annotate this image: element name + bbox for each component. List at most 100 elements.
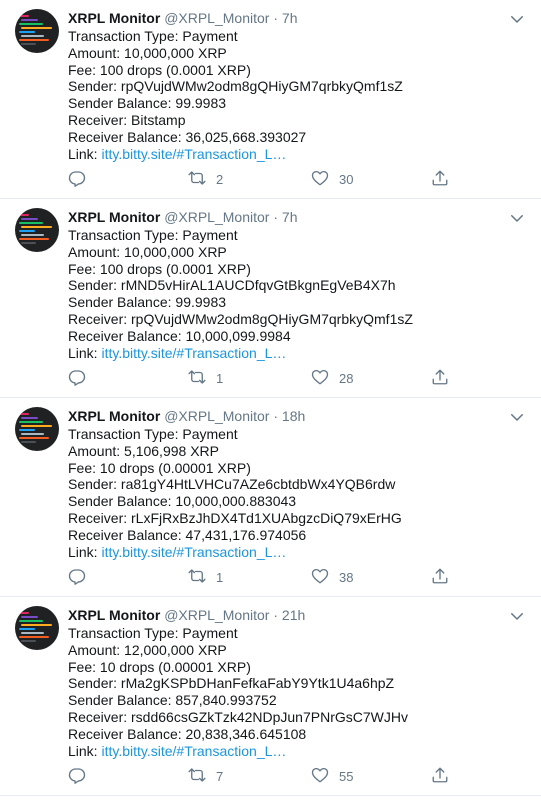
timestamp[interactable]: 21h bbox=[282, 607, 305, 623]
share-icon bbox=[431, 567, 449, 588]
avatar[interactable] bbox=[15, 606, 59, 650]
retweet-button[interactable]: 7 bbox=[188, 764, 223, 788]
reply-button[interactable] bbox=[68, 167, 86, 191]
share-button[interactable] bbox=[431, 565, 449, 589]
tweet-link[interactable]: itty.bitty.site/#Transaction_L… bbox=[101, 544, 286, 560]
retweet-count: 2 bbox=[216, 171, 224, 187]
tweet-link-line: Link: itty.bitty.site/#Transaction_L… bbox=[68, 544, 521, 561]
heart-icon bbox=[311, 368, 329, 389]
avatar[interactable] bbox=[15, 9, 59, 53]
retweet-icon bbox=[188, 169, 206, 190]
retweet-button[interactable]: 2 bbox=[188, 167, 223, 191]
reply-button[interactable] bbox=[68, 764, 86, 788]
timestamp[interactable]: 18h bbox=[282, 408, 305, 424]
user-handle[interactable]: @XRPL_Monitor bbox=[164, 607, 269, 623]
reply-button[interactable] bbox=[68, 565, 86, 589]
tweet-line: Sender: rpQVujdWMw2odm8gQHiyGM7qrbkyQmf1… bbox=[68, 78, 403, 95]
avatar-graphic-bar bbox=[21, 632, 44, 634]
tweet-link[interactable]: itty.bitty.site/#Transaction_L… bbox=[101, 743, 286, 759]
user-handle[interactable]: @XRPL_Monitor bbox=[164, 408, 269, 424]
tweet[interactable]: XRPL Monitor @XRPL_Monitor · 7h Transact… bbox=[0, 0, 541, 199]
tweet-line: Receiver: rsdd66csGZkTzk42NDpJun7PNrGsC7… bbox=[68, 708, 408, 725]
tweet-lines: Transaction Type: Payment Amount: 12,000,… bbox=[68, 625, 521, 743]
share-icon bbox=[431, 766, 449, 787]
display-name[interactable]: XRPL Monitor bbox=[68, 10, 160, 26]
share-button[interactable] bbox=[431, 366, 449, 390]
tweet-link[interactable]: itty.bitty.site/#Transaction_L… bbox=[101, 345, 286, 361]
like-button[interactable]: 55 bbox=[311, 764, 353, 788]
separator-dot: · bbox=[273, 209, 279, 225]
avatar[interactable] bbox=[15, 208, 59, 252]
heart-icon bbox=[311, 766, 329, 787]
tweet[interactable]: XRPL Monitor @XRPL_Monitor · 18h Transac… bbox=[0, 398, 541, 597]
chevron-down-icon[interactable] bbox=[508, 408, 526, 426]
avatar-graphic-bar bbox=[19, 23, 43, 25]
avatar-graphic-bar bbox=[19, 628, 35, 630]
tweet-text: Transaction Type: Payment Amount: 5,106,9… bbox=[68, 426, 521, 560]
like-button[interactable]: 30 bbox=[311, 167, 353, 191]
timestamp[interactable]: 7h bbox=[282, 10, 298, 26]
avatar-graphic-bar bbox=[19, 612, 29, 614]
tweet-line: Fee: 10 drops (0.00001 XRP) bbox=[68, 658, 251, 675]
tweet-line: Sender Balance: 10,000,000.883043 bbox=[68, 493, 297, 510]
tweet-line: Receiver: Bitstamp bbox=[68, 111, 186, 128]
tweet-line: Receiver Balance: 47,431,176.974056 bbox=[68, 526, 307, 543]
avatar-graphic-bar bbox=[19, 39, 49, 41]
avatar-graphic-bar bbox=[19, 437, 49, 439]
tweet-line: Amount: 10,000,000 XRP bbox=[68, 44, 227, 61]
avatar-graphic-bar bbox=[19, 636, 49, 638]
retweet-count: 7 bbox=[216, 768, 224, 784]
avatar[interactable] bbox=[15, 407, 59, 451]
retweet-icon bbox=[188, 567, 206, 588]
heart-icon bbox=[311, 169, 329, 190]
avatar-graphic-bar bbox=[21, 417, 38, 419]
user-handle[interactable]: @XRPL_Monitor bbox=[164, 10, 269, 26]
tweet-line: Sender: rMND5vHirAL1AUCDfqvGtBkgnEgVeB4X… bbox=[68, 277, 396, 294]
tweet-text: Transaction Type: Payment Amount: 10,000,… bbox=[68, 227, 521, 361]
avatar-graphic-bar bbox=[21, 616, 38, 618]
link-prefix: Link: bbox=[68, 742, 102, 759]
tweet-line: Receiver Balance: 10,000,099.9984 bbox=[68, 327, 291, 344]
tweet-actions: 1 38 bbox=[68, 565, 458, 589]
tweet-link-line: Link: itty.bitty.site/#Transaction_L… bbox=[68, 146, 521, 163]
display-name[interactable]: XRPL Monitor bbox=[68, 408, 160, 424]
display-name[interactable]: XRPL Monitor bbox=[68, 209, 160, 225]
tweet-lines: Transaction Type: Payment Amount: 10,000,… bbox=[68, 28, 521, 146]
reply-icon bbox=[68, 169, 86, 190]
avatar-graphic-bar bbox=[21, 242, 36, 244]
retweet-icon bbox=[188, 368, 206, 389]
like-count: 55 bbox=[339, 768, 354, 784]
tweet-actions: 1 28 bbox=[68, 366, 458, 390]
like-button[interactable]: 38 bbox=[311, 565, 353, 589]
avatar-graphic-bar bbox=[19, 222, 43, 224]
chevron-down-icon[interactable] bbox=[508, 607, 526, 625]
avatar-graphic-bar bbox=[21, 218, 38, 220]
retweet-button[interactable]: 1 bbox=[188, 366, 223, 390]
reply-button[interactable] bbox=[68, 366, 86, 390]
display-name[interactable]: XRPL Monitor bbox=[68, 607, 160, 623]
tweet-lines: Transaction Type: Payment Amount: 5,106,9… bbox=[68, 426, 521, 544]
tweet-line: Receiver Balance: 20,838,346.645108 bbox=[68, 725, 307, 742]
tweet[interactable]: XRPL Monitor @XRPL_Monitor · 21h Transac… bbox=[0, 597, 541, 796]
avatar-graphic-bar bbox=[21, 234, 44, 236]
tweet-line: Sender: ra81gY4HtLVHCu7AZe6cbtdbWx4YQB6r… bbox=[68, 476, 396, 493]
share-button[interactable] bbox=[431, 167, 449, 191]
retweet-button[interactable]: 1 bbox=[188, 565, 223, 589]
tweet[interactable]: XRPL Monitor @XRPL_Monitor · 7h Transact… bbox=[0, 199, 541, 398]
share-button[interactable] bbox=[431, 764, 449, 788]
link-prefix: Link: bbox=[68, 344, 102, 361]
like-button[interactable]: 28 bbox=[311, 366, 353, 390]
tweet-link[interactable]: itty.bitty.site/#Transaction_L… bbox=[101, 146, 286, 162]
user-handle[interactable]: @XRPL_Monitor bbox=[164, 209, 269, 225]
avatar-graphic-bar bbox=[19, 429, 35, 431]
timestamp[interactable]: 7h bbox=[282, 209, 298, 225]
like-count: 30 bbox=[339, 171, 354, 187]
tweet-actions: 7 55 bbox=[68, 764, 458, 788]
separator-dot: · bbox=[273, 607, 279, 623]
tweet-header: XRPL Monitor @XRPL_Monitor · 21h bbox=[68, 605, 521, 625]
reply-icon bbox=[68, 766, 86, 787]
tweet-body: XRPL Monitor @XRPL_Monitor · 18h Transac… bbox=[68, 406, 521, 560]
tweet-lines: Transaction Type: Payment Amount: 10,000,… bbox=[68, 227, 521, 345]
chevron-down-icon[interactable] bbox=[508, 10, 526, 28]
chevron-down-icon[interactable] bbox=[508, 209, 526, 227]
